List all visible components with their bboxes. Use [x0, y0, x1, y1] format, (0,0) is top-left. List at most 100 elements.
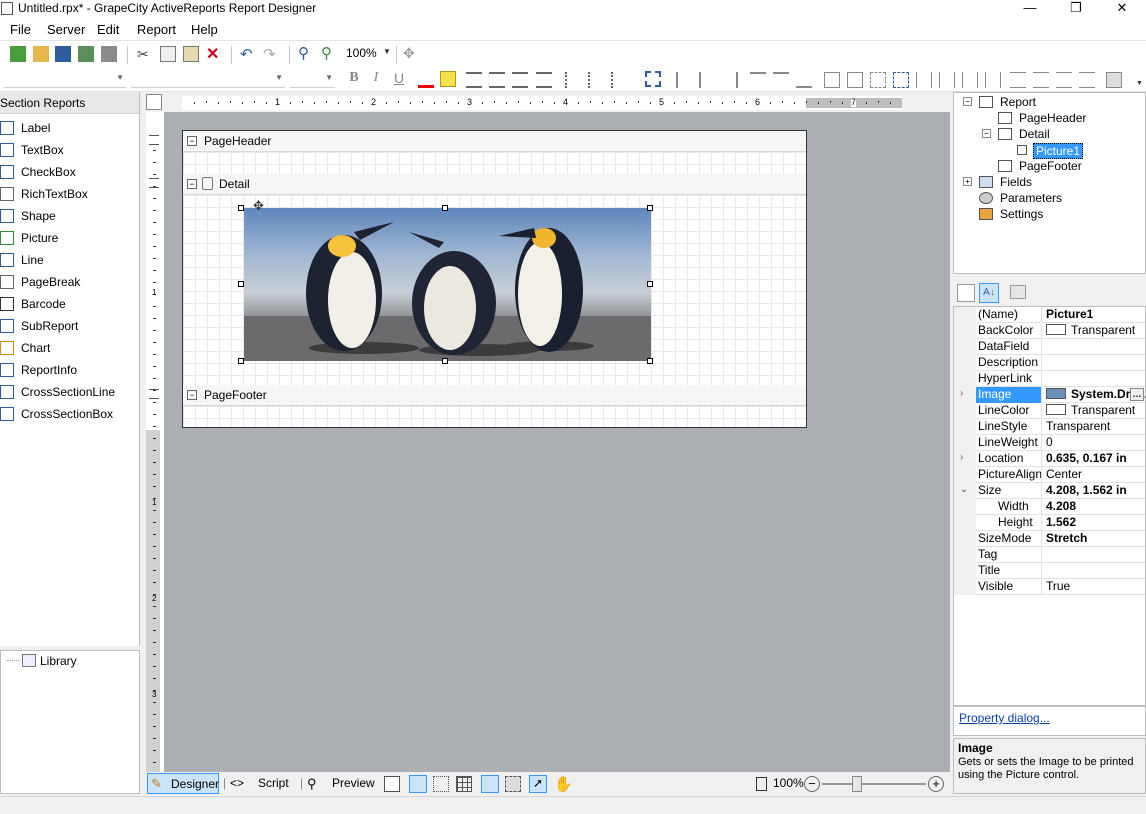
property-row[interactable]: LineStyle Transparent [954, 419, 1145, 435]
align-center-icon[interactable] [489, 72, 505, 88]
property-row[interactable]: LineWeight 0 [954, 435, 1145, 451]
pageheader-band[interactable]: − PageHeader [183, 131, 806, 152]
hand-tool-icon[interactable]: ✋ [554, 775, 573, 793]
property-value[interactable]: Picture1 [1043, 307, 1145, 323]
property-row[interactable]: LineColor Transparent [954, 403, 1145, 419]
resize-handle-w[interactable] [238, 281, 244, 287]
property-value[interactable] [1043, 563, 1145, 579]
menu-report[interactable]: Report [137, 22, 176, 37]
detail-band[interactable]: − Detail [183, 174, 806, 195]
property-value[interactable] [1043, 371, 1145, 387]
cut-icon[interactable]: ✂ [137, 46, 153, 62]
property-value[interactable]: Transparent [1043, 419, 1145, 435]
delete-icon[interactable]: ✕ [206, 44, 222, 63]
library-node[interactable]: Library [40, 654, 77, 668]
property-value[interactable]: 4.208, 1.562 in [1043, 483, 1145, 499]
alphabetical-icon[interactable]: A↓ [979, 283, 999, 303]
collapse-pagefooter-icon[interactable]: − [187, 390, 197, 400]
zoom-in-icon[interactable]: ⚲ [321, 44, 337, 62]
close-button[interactable]: ✕ [1105, 0, 1139, 18]
ruler-toggle-icon[interactable] [384, 776, 400, 792]
resize-handle-ne[interactable] [647, 205, 653, 211]
detail-grip[interactable] [149, 178, 159, 188]
vertical-spacing-equal-icon[interactable] [1010, 72, 1026, 88]
resize-handle-se[interactable] [647, 358, 653, 364]
menu-help[interactable]: Help [191, 22, 218, 37]
size-to-grid-icon[interactable] [893, 72, 909, 88]
property-value[interactable]: 0 [1043, 435, 1145, 451]
property-row[interactable]: Height 1.562 [954, 515, 1145, 531]
add-item-icon[interactable] [78, 46, 94, 62]
property-row[interactable]: Tag [954, 547, 1145, 563]
indent-icon[interactable] [611, 72, 627, 88]
zoom-dropdown-icon[interactable]: ▼ [383, 47, 391, 56]
zoom-combo[interactable]: 100% [346, 46, 377, 60]
resize-handle-nw[interactable] [238, 205, 244, 211]
horizontal-spacing-remove-icon[interactable] [985, 72, 1001, 88]
property-value[interactable]: 0.635, 0.167 in [1043, 451, 1145, 467]
pagefooter-area[interactable] [183, 406, 806, 427]
pagefooter-band[interactable]: − PageFooter [183, 385, 806, 406]
new-report-icon[interactable] [10, 46, 26, 62]
report-canvas[interactable]: − PageHeader − Detail ✥ − PageFooter [182, 130, 807, 428]
property-row[interactable]: PictureAlignment Center [954, 467, 1145, 483]
script-tab[interactable]: Script [258, 776, 289, 790]
move-handle-icon[interactable]: ✥ [253, 198, 264, 214]
property-row[interactable]: DataField [954, 339, 1145, 355]
align-left-icon[interactable] [466, 72, 482, 88]
property-row[interactable]: Description [954, 355, 1145, 371]
property-row[interactable]: SizeMode Stretch [954, 531, 1145, 547]
collapse-pageheader-icon[interactable]: − [187, 136, 197, 146]
ruler-corner-button[interactable] [146, 94, 162, 110]
font-color-icon[interactable] [418, 72, 434, 88]
property-row[interactable]: Title [954, 563, 1145, 579]
horizontal-spacing-equal-icon[interactable] [916, 72, 932, 88]
toolbar-overflow-icon[interactable]: ▼ [1136, 80, 1143, 87]
show-grid-icon[interactable] [409, 775, 427, 793]
minimize-button[interactable]: — [1013, 0, 1047, 18]
grid-dots-icon[interactable] [433, 776, 449, 792]
maximize-button[interactable]: ❐ [1059, 0, 1093, 18]
collapse-detail-icon[interactable]: − [187, 179, 197, 189]
snap-grid-icon[interactable] [645, 71, 661, 87]
bold-button[interactable]: B [345, 70, 363, 86]
property-row[interactable]: Width 4.208 [954, 499, 1145, 515]
property-value[interactable] [1043, 339, 1145, 355]
zoom-slider-thumb[interactable] [852, 776, 862, 792]
undo-icon[interactable]: ↶ [240, 45, 256, 63]
property-row[interactable]: BackColor Transparent [954, 323, 1145, 339]
font-combo[interactable]: ▼ [131, 70, 285, 88]
zoom-in-button[interactable]: + [928, 776, 944, 792]
detail-area[interactable]: ✥ [183, 195, 806, 385]
same-height-icon[interactable] [847, 72, 863, 88]
property-dialog-link[interactable]: Property dialog... [959, 711, 1050, 725]
resize-handle-n[interactable] [442, 205, 448, 211]
align-tops-icon[interactable] [750, 72, 766, 88]
expander-fields-icon[interactable]: + [963, 177, 972, 186]
horizontal-spacing-increase-icon[interactable] [939, 72, 955, 88]
property-value[interactable]: 4.208 [1043, 499, 1145, 515]
property-row[interactable]: › Location 0.635, 0.167 in [954, 451, 1145, 467]
open-icon[interactable] [33, 46, 49, 62]
align-middles-icon[interactable] [773, 72, 789, 88]
align-centers-icon[interactable] [699, 72, 715, 88]
categorized-icon[interactable] [957, 284, 975, 302]
pointer-tool-icon[interactable]: ➚ [529, 775, 547, 793]
bring-to-front-icon[interactable] [1106, 72, 1122, 88]
property-row[interactable]: › Image System.Dra...… [954, 387, 1145, 403]
vertical-spacing-remove-icon[interactable] [1079, 72, 1095, 88]
resize-handle-s[interactable] [442, 358, 448, 364]
horizontal-spacing-decrease-icon[interactable] [962, 72, 978, 88]
snap-to-grid-icon[interactable] [505, 776, 521, 792]
expand-icon[interactable]: › [960, 452, 963, 463]
menu-server[interactable]: Server [47, 22, 85, 37]
zoom-out-icon[interactable]: ⚲ [298, 44, 314, 62]
vertical-spacing-increase-icon[interactable] [1033, 72, 1049, 88]
paste-icon[interactable] [183, 46, 199, 62]
vertical-spacing-decrease-icon[interactable] [1056, 72, 1072, 88]
property-value[interactable]: Transparent [1043, 323, 1145, 339]
pagefooter-grip[interactable] [149, 389, 159, 399]
expander-report-icon[interactable]: − [963, 97, 972, 106]
property-value[interactable]: System.Dra...… [1043, 387, 1145, 403]
justify-icon[interactable] [536, 72, 552, 88]
